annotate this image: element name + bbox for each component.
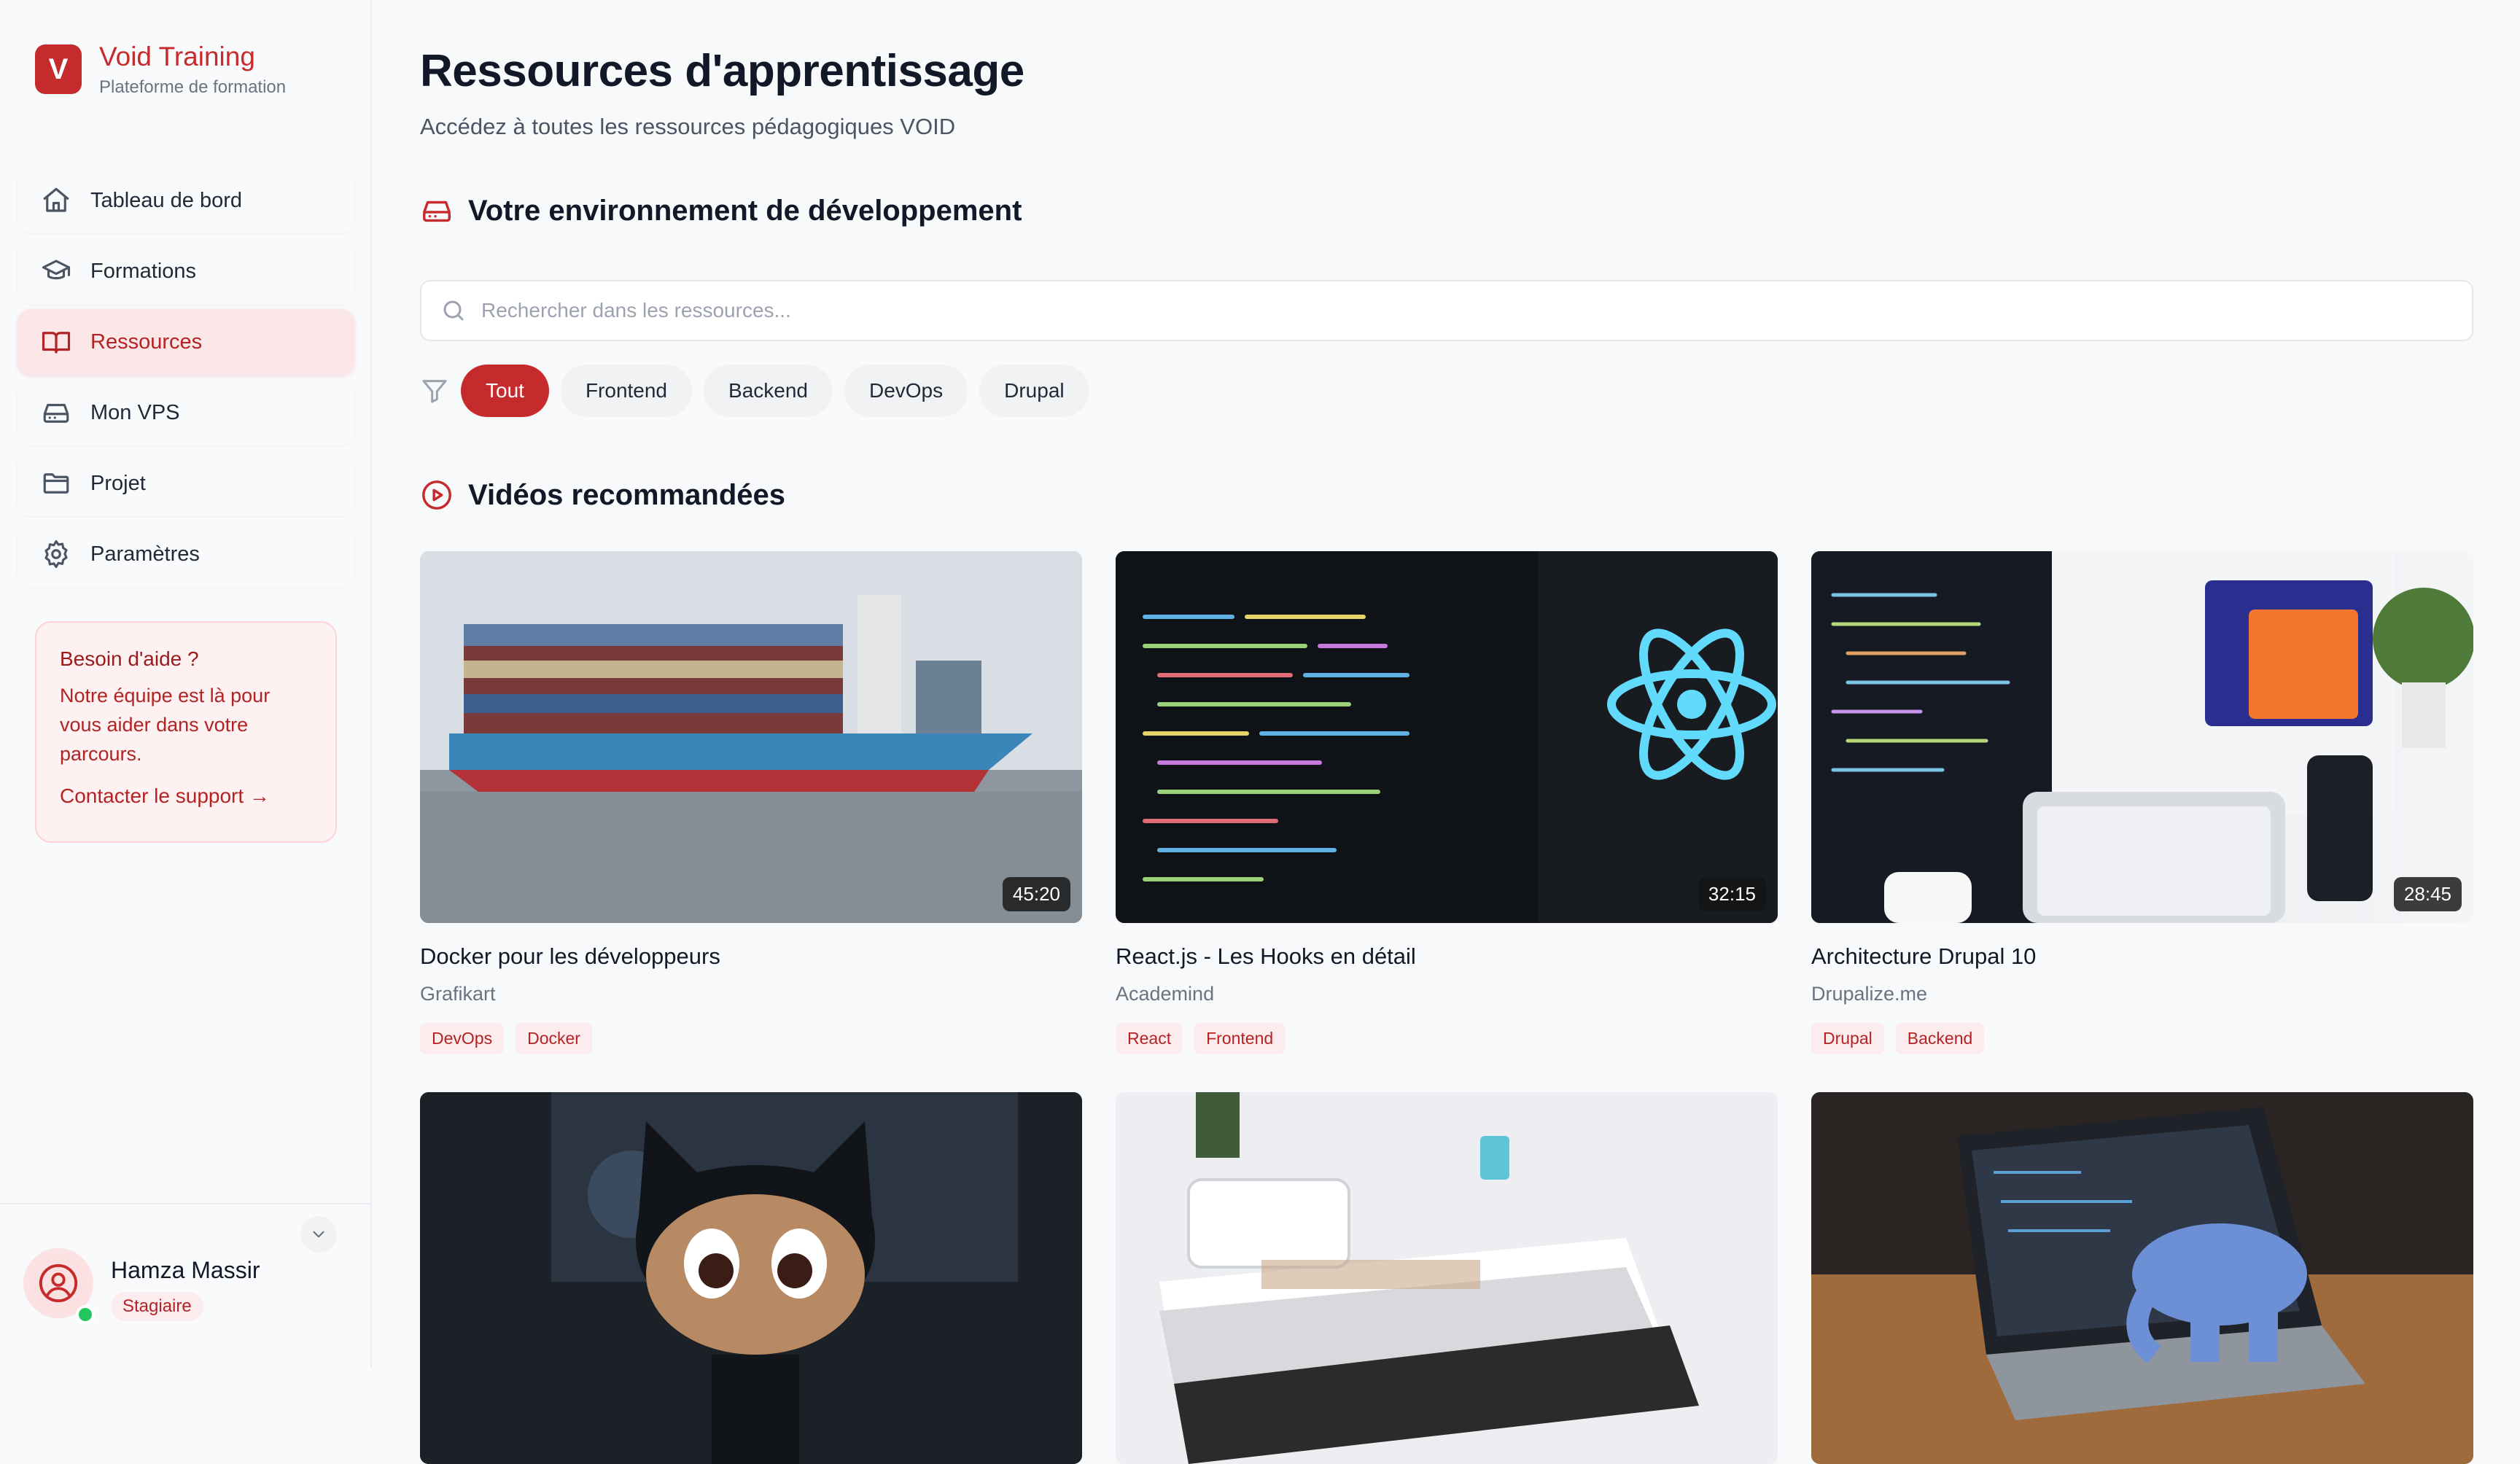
tag[interactable]: React: [1116, 1023, 1183, 1054]
tag[interactable]: Backend: [1895, 1023, 1985, 1054]
play-circle-icon: [422, 480, 451, 510]
sidebar-nav: Tableau de bord Formations Ressources Mo…: [18, 168, 354, 592]
video-thumbnail[interactable]: 32:15: [1116, 551, 1778, 923]
contact-support-link[interactable]: Contacter le support →: [60, 784, 270, 808]
gear-icon: [44, 540, 68, 569]
tag[interactable]: Docker: [516, 1023, 592, 1054]
user-name: Hamza Massir: [111, 1257, 260, 1283]
brand-subtitle: Plateforme de formation: [99, 77, 287, 97]
sidebar-item-formations[interactable]: Formations: [18, 238, 354, 304]
tag[interactable]: DevOps: [420, 1023, 505, 1054]
filter-chip-frontend[interactable]: Frontend: [560, 365, 693, 417]
sidebar-item-label: Formations: [90, 259, 197, 283]
server-icon: [423, 200, 451, 222]
sidebar-item-vps[interactable]: Mon VPS: [18, 380, 354, 445]
filter-chip-backend[interactable]: Backend: [704, 365, 833, 417]
sidebar-item-dashboard[interactable]: Tableau de bord: [18, 168, 354, 233]
folder-icon: [43, 473, 69, 494]
video-thumbnail[interactable]: [1811, 1092, 2473, 1464]
monitor-devices-image: [1811, 551, 2473, 923]
video-duration: 45:20: [1002, 877, 1070, 911]
tag[interactable]: Frontend: [1194, 1023, 1286, 1054]
brand-title: Void Training: [99, 42, 255, 71]
video-thumbnail[interactable]: 28:45: [1811, 551, 2473, 923]
video-tags: DevOps Docker: [420, 1023, 1082, 1054]
help-card: Besoin d'aide ? Notre équipe est là pour…: [35, 621, 337, 843]
user-icon: [39, 1264, 78, 1303]
video-duration: 28:45: [2393, 877, 2462, 911]
sidebar-item-projet[interactable]: Projet: [18, 451, 354, 516]
page-title: Ressources d'apprentissage: [420, 46, 1024, 96]
video-title[interactable]: React.js - Les Hooks en détail: [1116, 943, 1778, 970]
css-books-image: [1116, 1092, 1778, 1464]
video-tags: Drupal Backend: [1811, 1023, 2473, 1054]
brand[interactable]: V Void Training Plateforme de formation: [35, 41, 286, 98]
sidebar-item-label: Tableau de bord: [90, 188, 242, 212]
php-elephant-laptop-image: [1811, 1092, 2473, 1464]
sidebar-item-ressources[interactable]: Ressources: [18, 309, 354, 375]
sidebar-item-label: Projet: [90, 471, 146, 495]
help-title: Besoin d'aide ?: [60, 647, 199, 670]
filter-icon: [422, 380, 447, 403]
filter-chip-devops[interactable]: DevOps: [844, 365, 968, 417]
user-role-badge: Stagiaire: [111, 1292, 203, 1321]
octocat-figure-image: [420, 1092, 1082, 1464]
home-icon: [43, 187, 69, 212]
brand-logo: V: [35, 44, 82, 94]
help-text: Notre équipe est là pour vous aider dans…: [60, 685, 271, 765]
sidebar-item-label: Ressources: [90, 330, 203, 354]
user-panel[interactable]: Hamza Massir Stagiaire: [0, 1203, 370, 1368]
video-title[interactable]: Docker pour les développeurs: [420, 943, 1082, 970]
graduation-cap-icon: [42, 260, 71, 280]
video-thumbnail[interactable]: [420, 1092, 1082, 1464]
video-card[interactable]: [1116, 1092, 1778, 1464]
sidebar-item-parametres[interactable]: Paramètres: [18, 521, 354, 587]
env-section-title: Votre environnement de développement: [468, 194, 1022, 227]
search-input[interactable]: [481, 299, 2377, 322]
video-thumbnail[interactable]: [1116, 1092, 1778, 1464]
video-card[interactable]: [420, 1092, 1082, 1464]
filter-bar: Tout Frontend Backend DevOps Drupal: [420, 365, 1101, 417]
video-author: Drupalize.me: [1811, 983, 1928, 1005]
video-card[interactable]: 28:45 Architecture Drupal 10 Drupalize.m…: [1811, 551, 2473, 1054]
search-bar: [420, 280, 2473, 341]
sidebar: V Void Training Plateforme de formation …: [0, 0, 372, 1368]
book-open-icon: [42, 332, 71, 354]
video-card[interactable]: 32:15 React.js - Les Hooks en détail Aca…: [1116, 551, 1778, 1054]
video-author: Grafikart: [420, 983, 496, 1005]
video-card[interactable]: [1811, 1092, 2473, 1464]
env-section-header: Votre environnement de développement: [420, 194, 1022, 227]
page-subtitle: Accédez à toutes les ressources pédagogi…: [420, 114, 956, 139]
videos-section-title: Vidéos recommandées: [468, 478, 786, 511]
react-code-screen-image: [1116, 551, 1778, 923]
filter-chip-tout[interactable]: Tout: [461, 365, 549, 417]
tag[interactable]: Drupal: [1811, 1023, 1884, 1054]
videos-section-header: Vidéos recommandées: [420, 478, 785, 512]
sidebar-item-label: Mon VPS: [90, 400, 180, 424]
video-card[interactable]: 45:20 Docker pour les développeurs Grafi…: [420, 551, 1082, 1054]
main-content: Ressources d'apprentissage Accédez à tou…: [420, 0, 2473, 1464]
video-thumbnail[interactable]: 45:20: [420, 551, 1082, 923]
brand-text: Void Training Plateforme de formation: [99, 41, 286, 98]
video-tags: React Frontend: [1116, 1023, 1778, 1054]
video-title[interactable]: Architecture Drupal 10: [1811, 943, 2473, 970]
sidebar-item-label: Paramètres: [90, 542, 200, 566]
server-icon: [43, 403, 69, 423]
video-duration: 32:15: [1698, 877, 1766, 911]
search-icon: [443, 300, 464, 321]
online-status-dot: [76, 1305, 95, 1324]
filter-chip-drupal[interactable]: Drupal: [979, 365, 1089, 417]
container-ship-image: [420, 551, 1082, 923]
chevron-down-icon[interactable]: [300, 1216, 337, 1253]
video-author: Academind: [1116, 983, 1215, 1005]
